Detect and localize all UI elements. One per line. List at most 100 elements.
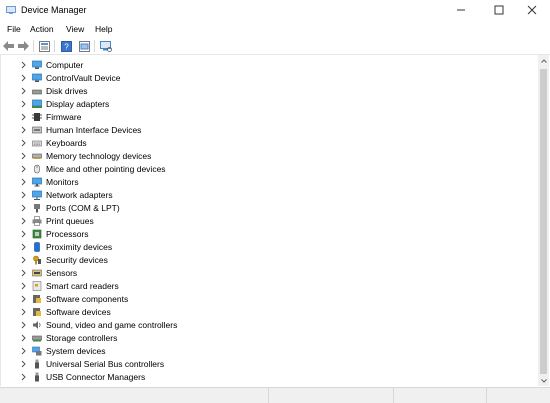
tree-item-sound-video-game[interactable]: Sound, video and game controllers bbox=[1, 319, 521, 331]
chevron-right-icon[interactable] bbox=[20, 87, 27, 95]
tree-item-label: Universal Serial Bus controllers bbox=[46, 359, 165, 369]
tree-item-human-interface-devices[interactable]: Human Interface Devices bbox=[1, 124, 521, 136]
minimize-button[interactable] bbox=[443, 0, 479, 20]
chevron-right-icon[interactable] bbox=[20, 113, 27, 121]
tree-item-label: Smart card readers bbox=[46, 281, 119, 291]
tree-item-label: Computer bbox=[46, 60, 84, 70]
chevron-right-icon[interactable] bbox=[20, 334, 27, 342]
tree-item-software-devices[interactable]: Software devices bbox=[1, 306, 521, 318]
help-button[interactable]: ? bbox=[60, 40, 72, 52]
tree-item-label: Security devices bbox=[46, 255, 108, 265]
tree-item-sensors[interactable]: Sensors bbox=[1, 267, 521, 279]
tree-item-system-devices[interactable]: System devices bbox=[1, 345, 521, 357]
tree-item-usb-controllers[interactable]: Universal Serial Bus controllers bbox=[1, 358, 521, 370]
software-device-icon bbox=[33, 308, 41, 316]
tree-item-mice[interactable]: Mice and other pointing devices bbox=[1, 163, 521, 175]
computer-icon bbox=[32, 60, 42, 69]
chevron-right-icon[interactable] bbox=[20, 100, 27, 108]
tree-item-security-devices[interactable]: Security devices bbox=[1, 254, 521, 266]
chevron-right-icon[interactable] bbox=[20, 243, 27, 251]
tree-item-label: Memory technology devices bbox=[46, 151, 152, 161]
tree-item-label: Software devices bbox=[46, 307, 111, 317]
menu-view[interactable]: View bbox=[66, 24, 84, 34]
chevron-right-icon[interactable] bbox=[20, 308, 27, 316]
tree-item-disk-drives[interactable]: Disk drives bbox=[1, 85, 521, 97]
chevron-right-icon[interactable] bbox=[20, 178, 27, 186]
tree-item-network-adapters[interactable]: Network adapters bbox=[1, 189, 521, 201]
title-bar: Device Manager bbox=[0, 0, 550, 20]
tree-item-monitors[interactable]: Monitors bbox=[1, 176, 521, 188]
scrollbar-thumb[interactable] bbox=[540, 69, 547, 374]
memory-icon bbox=[32, 153, 42, 159]
status-cell bbox=[0, 388, 269, 403]
chevron-right-icon[interactable] bbox=[20, 165, 27, 173]
chevron-right-icon[interactable] bbox=[20, 191, 27, 199]
update-driver-icon bbox=[78, 40, 90, 52]
chevron-right-icon[interactable] bbox=[20, 217, 27, 225]
chevron-right-icon[interactable] bbox=[20, 152, 27, 160]
tree-item-storage-controllers[interactable]: Storage controllers bbox=[1, 332, 521, 344]
vertical-scrollbar[interactable] bbox=[538, 55, 549, 386]
close-button[interactable] bbox=[514, 0, 550, 20]
tree-item-proximity-devices[interactable]: Proximity devices bbox=[1, 241, 521, 253]
tree-item-label: Sensors bbox=[46, 268, 78, 278]
tree-item-firmware[interactable]: Firmware bbox=[1, 111, 521, 123]
chevron-right-icon[interactable] bbox=[20, 347, 27, 355]
tree-item-memory-technology-devices[interactable]: Memory technology devices bbox=[1, 150, 521, 162]
tree-item-label: ControlVault Device bbox=[46, 73, 121, 83]
display-adapter-icon bbox=[32, 99, 42, 108]
firmware-icon bbox=[32, 113, 42, 121]
chevron-right-icon[interactable] bbox=[20, 61, 27, 69]
sensor-icon bbox=[32, 269, 42, 277]
tree-item-keyboards[interactable]: Keyboards bbox=[1, 137, 521, 149]
tree-item-ports[interactable]: Ports (COM & LPT) bbox=[1, 202, 521, 214]
tree-item-print-queues[interactable]: Print queues bbox=[1, 215, 521, 227]
tree-item-label: Human Interface Devices bbox=[46, 125, 142, 135]
maximize-button[interactable] bbox=[481, 0, 517, 20]
tree-item-label: Print queues bbox=[46, 216, 94, 226]
scan-hardware-button[interactable] bbox=[100, 40, 112, 52]
toolbar-separator bbox=[54, 40, 55, 52]
help-icon: ? bbox=[60, 40, 72, 52]
tree-item-processors[interactable]: Processors bbox=[1, 228, 521, 240]
chevron-down-icon bbox=[540, 378, 547, 383]
tree-item-controlvault-device[interactable]: ControlVault Device bbox=[1, 72, 521, 84]
chevron-right-icon[interactable] bbox=[20, 256, 27, 264]
tree-item-label: Ports (COM & LPT) bbox=[46, 203, 120, 213]
chevron-right-icon[interactable] bbox=[20, 139, 27, 147]
scroll-down-button[interactable] bbox=[538, 375, 549, 386]
update-driver-button[interactable] bbox=[78, 40, 90, 52]
chevron-right-icon[interactable] bbox=[20, 321, 27, 329]
forward-button[interactable] bbox=[17, 40, 29, 52]
menu-help[interactable]: Help bbox=[95, 24, 112, 34]
properties-button[interactable] bbox=[38, 40, 50, 52]
device-tree[interactable]: Computer ControlVault Device Disk drives… bbox=[0, 55, 539, 386]
toolbar: ? bbox=[0, 38, 550, 55]
device-manager-app-icon bbox=[6, 6, 16, 14]
chevron-right-icon[interactable] bbox=[20, 360, 27, 368]
chevron-right-icon[interactable] bbox=[20, 230, 27, 238]
chevron-right-icon[interactable] bbox=[20, 204, 27, 212]
menu-bar: File Action View Help bbox=[0, 21, 550, 37]
svg-text:?: ? bbox=[64, 42, 69, 51]
tree-item-label: Software components bbox=[46, 294, 129, 304]
back-button[interactable] bbox=[3, 40, 15, 52]
scroll-up-button[interactable] bbox=[538, 55, 549, 66]
chevron-right-icon[interactable] bbox=[20, 126, 27, 134]
chevron-right-icon[interactable] bbox=[20, 269, 27, 277]
chevron-right-icon[interactable] bbox=[20, 74, 27, 82]
chevron-right-icon[interactable] bbox=[20, 295, 27, 303]
tree-item-smart-card-readers[interactable]: Smart card readers bbox=[1, 280, 521, 292]
tree-item-software-components[interactable]: Software components bbox=[1, 293, 521, 305]
chevron-right-icon[interactable] bbox=[20, 373, 27, 381]
close-icon bbox=[527, 5, 537, 15]
network-adapter-icon bbox=[32, 190, 42, 200]
tree-item-display-adapters[interactable]: Display adapters bbox=[1, 98, 521, 110]
chevron-right-icon[interactable] bbox=[20, 282, 27, 290]
tree-item-computer[interactable]: Computer bbox=[1, 59, 521, 71]
forward-arrow-icon bbox=[18, 41, 29, 51]
tree-item-label: Network adapters bbox=[46, 190, 113, 200]
tree-item-usb-connector-managers[interactable]: USB Connector Managers bbox=[1, 371, 521, 383]
menu-action[interactable]: Action bbox=[30, 24, 54, 34]
menu-file[interactable]: File bbox=[7, 24, 21, 34]
